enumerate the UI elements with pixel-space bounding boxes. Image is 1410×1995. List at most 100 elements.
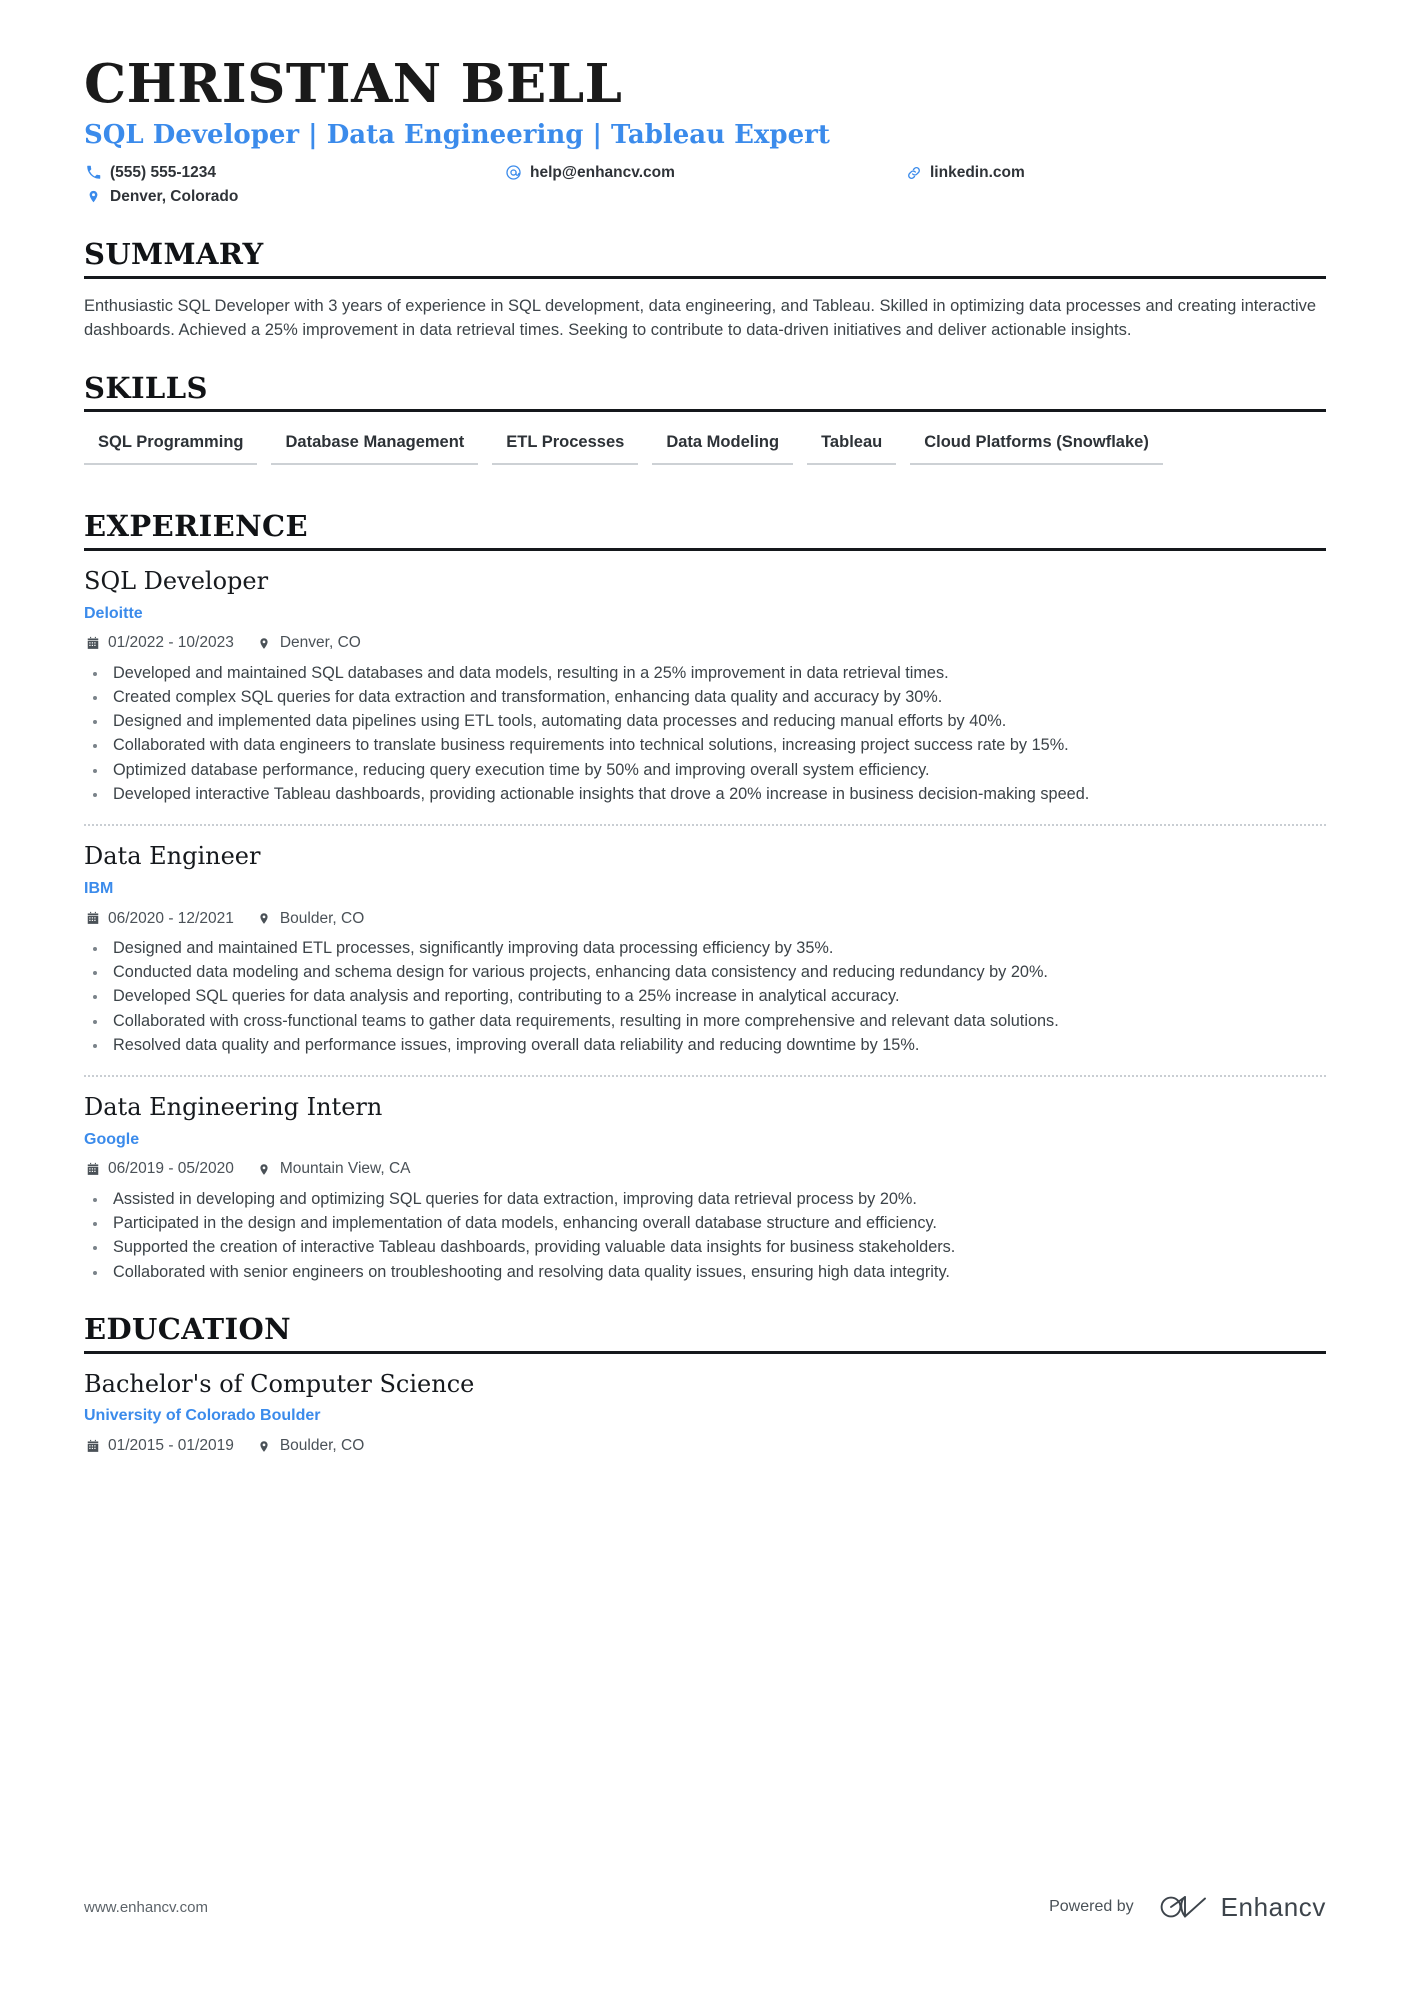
enhancv-wordmark: Enhancv [1220, 1892, 1326, 1922]
education-entry: Bachelor's of Computer Science Universit… [84, 1354, 1326, 1457]
company-name[interactable]: Google [84, 1130, 1326, 1151]
job-bullets: Developed and maintained SQL databases a… [84, 662, 1326, 806]
page-footer: www.enhancv.com Powered by Enhancv [84, 1892, 1326, 1922]
contact-link-text: linkedin.com [930, 163, 1025, 181]
contact-location: Denver, Colorado [84, 185, 504, 209]
summary-text: Enthusiastic SQL Developer with 3 years … [84, 296, 1317, 340]
contact-email-text: help@enhancv.com [530, 163, 675, 181]
job-bullets: Designed and maintained ETL processes, s… [84, 937, 1326, 1057]
candidate-headline: SQL Developer | Data Engineering | Table… [84, 119, 830, 150]
location-icon [256, 635, 273, 652]
contact-row-2: Denver, Colorado [84, 185, 1326, 209]
powered-by-label: Powered by [1049, 1898, 1134, 1915]
company-name[interactable]: Deloitte [84, 604, 1326, 625]
bullet-item: Developed interactive Tableau dashboards… [84, 783, 1326, 806]
bullet-item: Created complex SQL queries for data ext… [84, 686, 1326, 709]
experience-section: EXPERIENCE SQL Developer Deloitte 01/202… [84, 508, 1326, 1284]
footer-url[interactable]: www.enhancv.com [84, 1899, 208, 1916]
job-location-text: Denver, CO [279, 634, 361, 652]
skill-tag: Data Modeling [652, 430, 794, 465]
phone-icon [84, 163, 103, 182]
contact-link[interactable]: linkedin.com [904, 161, 1284, 185]
skills-rule [84, 409, 1326, 413]
job-dates: 06/2020 - 12/2021 [84, 908, 234, 930]
enhancv-logo: Enhancv [1158, 1892, 1326, 1922]
bullet-item: Collaborated with cross-functional teams… [84, 1010, 1326, 1033]
contact-location-text: Denver, Colorado [110, 187, 239, 205]
candidate-name: CHRISTIAN BELL [84, 53, 623, 115]
job-dates-text: 06/2019 - 05/2020 [108, 1160, 234, 1178]
education-dates-text: 01/2015 - 01/2019 [108, 1437, 234, 1455]
job-bullets: Assisted in developing and optimizing SQ… [84, 1188, 1326, 1284]
education-section: EDUCATION Bachelor's of Computer Science… [84, 1311, 1326, 1457]
calendar-icon [84, 1161, 101, 1178]
summary-heading: SUMMARY [84, 236, 264, 271]
bullet-item: Designed and maintained ETL processes, s… [84, 937, 1326, 960]
education-dates: 01/2015 - 01/2019 [84, 1435, 234, 1457]
education-meta: 01/2015 - 01/2019 Boulder, CO [84, 1435, 1326, 1457]
job-dates-text: 01/2022 - 10/2023 [108, 634, 234, 652]
degree-title: Bachelor's of Computer Science [84, 1369, 475, 1398]
job-location: Mountain View, CA [256, 1158, 411, 1180]
education-location: Boulder, CO [256, 1435, 364, 1457]
job-location: Denver, CO [256, 632, 361, 654]
contact-phone-text: (555) 555-1234 [110, 163, 216, 181]
header-block: CHRISTIAN BELL SQL Developer | Data Engi… [84, 0, 1326, 209]
bullet-item: Developed and maintained SQL databases a… [84, 662, 1326, 685]
skills-list: SQL Programming Database Management ETL … [84, 430, 1326, 480]
job-location-text: Boulder, CO [279, 909, 365, 927]
job-location: Boulder, CO [256, 908, 364, 930]
contact-email[interactable]: help@enhancv.com [504, 161, 904, 185]
contact-row-1: (555) 555-1234 help@enhancv.com linkedin… [84, 161, 1326, 185]
summary-rule [84, 275, 1326, 279]
skill-tag: Cloud Platforms (Snowflake) [910, 430, 1163, 465]
calendar-icon [84, 910, 101, 927]
job-meta: 06/2020 - 12/2021 Boulder, CO [84, 908, 1326, 930]
bullet-item: Developed SQL queries for data analysis … [84, 985, 1326, 1008]
calendar-icon [84, 635, 101, 652]
enhancv-mark-icon [1160, 1896, 1206, 1918]
experience-heading: EXPERIENCE [84, 508, 308, 543]
skill-tag: ETL Processes [492, 430, 639, 465]
bullet-item: Participated in the design and implement… [84, 1212, 1326, 1235]
job-title: Data Engineering Intern [84, 1092, 383, 1121]
education-location-text: Boulder, CO [279, 1437, 365, 1455]
summary-section: SUMMARY Enthusiastic SQL Developer with … [84, 236, 1326, 343]
job-dates: 06/2019 - 05/2020 [84, 1158, 234, 1180]
experience-entry: Data Engineer IBM 06/2020 - 12/2021 Boul… [84, 826, 1326, 1057]
location-icon [256, 1161, 273, 1178]
job-location-text: Mountain View, CA [279, 1160, 411, 1178]
skill-tag: Tableau [807, 430, 897, 465]
contact-info: (555) 555-1234 help@enhancv.com linkedin… [84, 161, 1326, 209]
experience-entry: SQL Developer Deloitte 01/2022 - 10/2023… [84, 551, 1326, 806]
job-dates-text: 06/2020 - 12/2021 [108, 909, 234, 927]
job-title: Data Engineer [84, 841, 261, 870]
experience-entry: Data Engineering Intern Google 06/2019 -… [84, 1077, 1326, 1284]
job-title: SQL Developer [84, 566, 269, 595]
resume-content: CHRISTIAN BELL SQL Developer | Data Engi… [84, 0, 1326, 1457]
skills-heading: SKILLS [84, 370, 208, 405]
education-heading: EDUCATION [84, 1311, 292, 1346]
job-meta: 01/2022 - 10/2023 Denver, CO [84, 632, 1326, 654]
bullet-item: Resolved data quality and performance is… [84, 1034, 1326, 1057]
location-icon [256, 910, 273, 927]
link-icon [904, 163, 923, 182]
email-icon [504, 163, 523, 182]
bullet-item: Conducted data modeling and schema desig… [84, 961, 1326, 984]
location-icon [84, 187, 103, 206]
job-dates: 01/2022 - 10/2023 [84, 632, 234, 654]
job-meta: 06/2019 - 05/2020 Mountain View, CA [84, 1158, 1326, 1180]
location-icon [256, 1438, 273, 1455]
bullet-item: Supported the creation of interactive Ta… [84, 1236, 1326, 1259]
bullet-item: Assisted in developing and optimizing SQ… [84, 1188, 1326, 1211]
bullet-item: Collaborated with senior engineers on tr… [84, 1261, 1326, 1284]
bullet-item: Collaborated with data engineers to tran… [84, 734, 1326, 757]
skill-tag: Database Management [271, 430, 479, 465]
bullet-item: Designed and implemented data pipelines … [84, 710, 1326, 733]
footer-brand: Powered by Enhancv [1049, 1892, 1326, 1922]
school-name[interactable]: University of Colorado Boulder [84, 1406, 1326, 1427]
contact-phone[interactable]: (555) 555-1234 [84, 161, 504, 185]
skill-tag: SQL Programming [84, 430, 258, 465]
skills-section: SKILLS SQL Programming Database Manageme… [84, 370, 1326, 481]
company-name[interactable]: IBM [84, 879, 1326, 900]
